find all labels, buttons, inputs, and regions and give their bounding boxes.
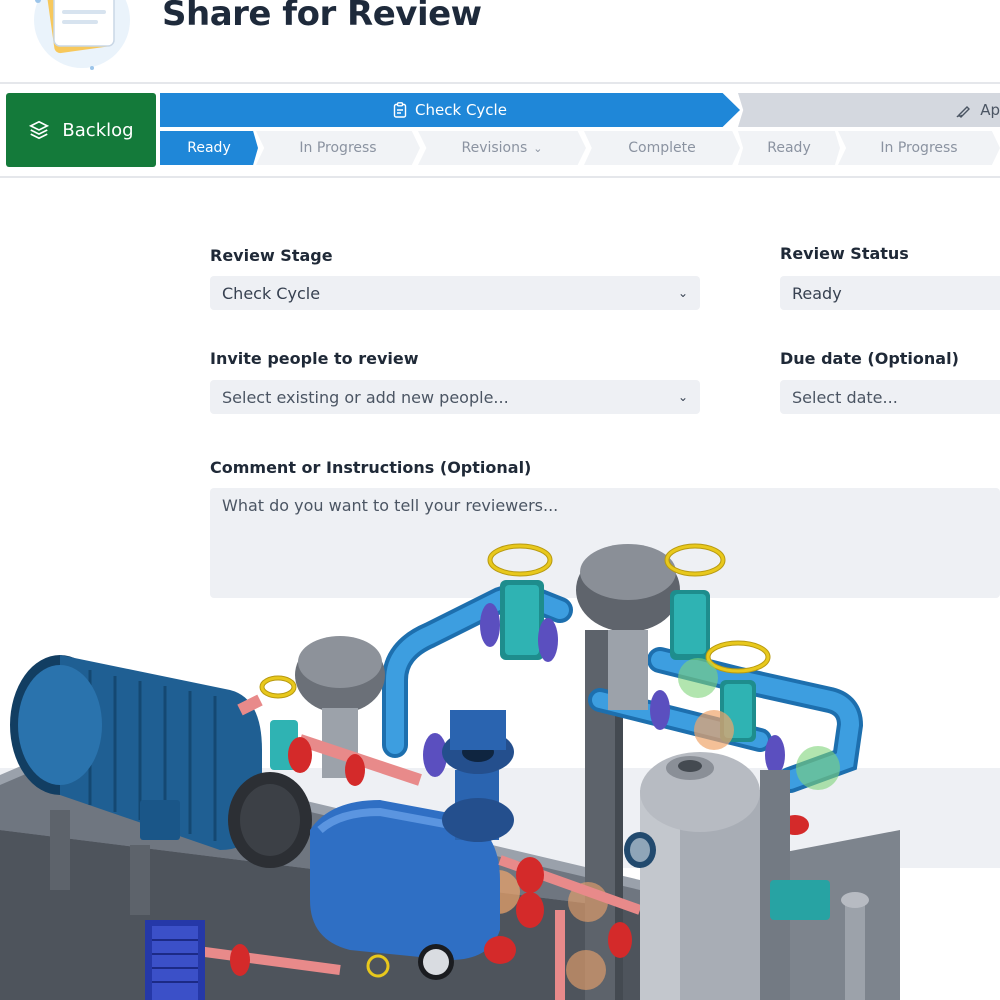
page-title: Share for Review	[162, 0, 482, 34]
step-label: Revisions	[461, 140, 528, 156]
step-label: In Progress	[880, 140, 958, 156]
document-review-illustration-icon	[34, 0, 130, 70]
pump-skid-3d-model	[0, 543, 900, 1000]
step-label: Ready	[187, 140, 231, 156]
step-revisions[interactable]: Revisions ⌄	[418, 131, 586, 165]
step-in-progress-check[interactable]: In Progress	[256, 131, 420, 165]
due-date-placeholder: Select date...	[792, 387, 898, 407]
review-stage-select[interactable]: Check Cycle ⌄	[210, 276, 700, 310]
step-ready-approve[interactable]: Ready	[738, 131, 840, 165]
step-in-progress-approve[interactable]: In Progress	[838, 131, 1000, 165]
due-date-label: Due date (Optional)	[780, 349, 959, 368]
invite-placeholder: Select existing or add new people...	[222, 387, 509, 407]
comment-placeholder: What do you want to tell your reviewers.…	[222, 496, 559, 515]
stage-label: Check Cycle	[415, 101, 507, 119]
invite-people-select[interactable]: Select existing or add new people... ⌄	[210, 380, 700, 414]
review-status-label: Review Status	[780, 244, 909, 263]
workflow-divider	[0, 176, 1000, 178]
step-label: Ready	[767, 140, 811, 156]
header-divider	[0, 82, 1000, 84]
step-label: Complete	[628, 140, 696, 156]
review-status-value: Ready	[792, 283, 842, 303]
step-ready-check[interactable]: Ready	[160, 131, 258, 165]
review-status-select[interactable]: Ready	[780, 276, 1000, 310]
page-header: Share for Review	[0, 0, 1000, 80]
review-stage-value: Check Cycle	[222, 283, 321, 303]
due-date-input[interactable]: Select date...	[780, 380, 1000, 414]
backlog-label: Backlog	[62, 119, 134, 141]
stage-label: Ap	[980, 101, 1000, 119]
clipboard-icon	[393, 102, 407, 118]
stage-check-cycle[interactable]: Check Cycle	[160, 93, 740, 127]
chevron-down-icon: ⌄	[677, 286, 688, 300]
invite-label: Invite people to review	[210, 349, 419, 368]
chevron-down-icon: ⌄	[533, 141, 543, 155]
chevron-down-icon: ⌄	[677, 390, 688, 404]
review-stage-label: Review Stage	[210, 246, 333, 265]
backlog-button[interactable]: Backlog	[6, 93, 156, 167]
step-complete[interactable]: Complete	[584, 131, 740, 165]
workflow-bar: Backlog Check Cycle Ap Ready In Progress…	[0, 85, 1000, 177]
layers-icon	[29, 120, 50, 140]
pen-icon	[956, 106, 971, 118]
comment-label: Comment or Instructions (Optional)	[210, 458, 532, 477]
step-label: In Progress	[299, 140, 377, 156]
stage-approve[interactable]: Ap	[738, 93, 1000, 127]
